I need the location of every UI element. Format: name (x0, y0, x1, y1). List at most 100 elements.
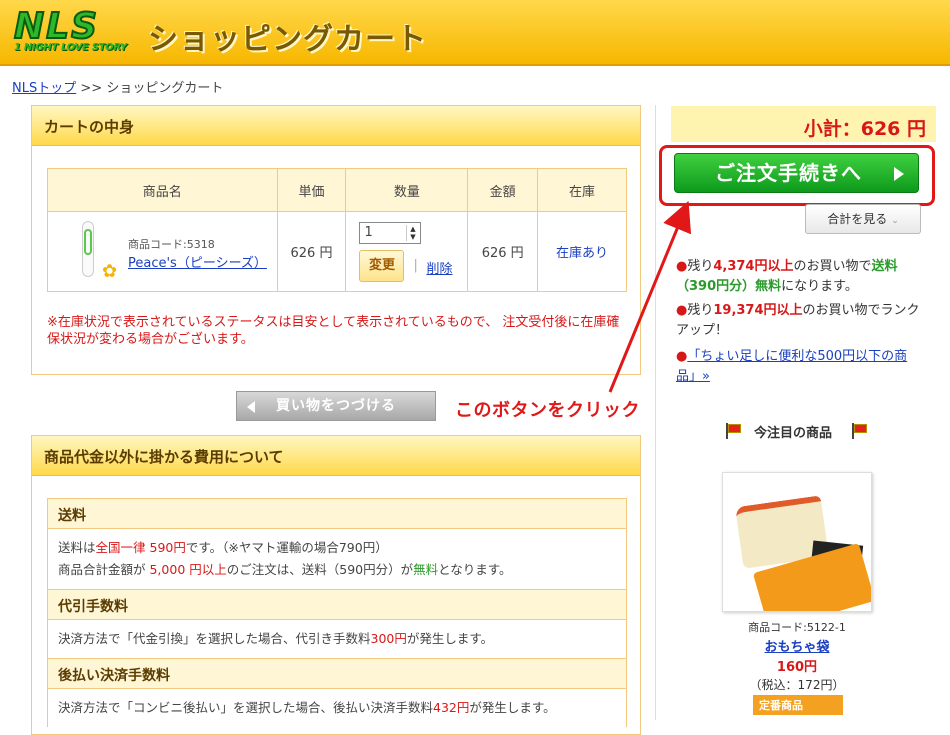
quantity-cell: 1 ▲ ▼ 変更 | 削除 (345, 211, 469, 292)
cheap-items-link[interactable]: 「ちょい足しに便利な500円以下の商品」» (676, 349, 907, 384)
flag-icon (852, 423, 868, 439)
breadcrumb-current: ショッピングカート (106, 81, 224, 96)
col-product-name: 商品名 (47, 168, 278, 212)
text-segment: になります。 (781, 279, 858, 294)
product-code: 商品コード:5318 (128, 238, 215, 251)
fee-shipping: 送料 送料は全国一律 590円です。（※ヤマト運輸の場合790円） 商品合計金額… (47, 498, 627, 589)
subtotal: 小計：626 円 (671, 106, 936, 142)
text-segment: 残り (687, 259, 714, 274)
text-segment: 送料は (58, 540, 96, 555)
action-separator: | (413, 258, 418, 273)
cart-panel: カートの中身 商品名 単価 数量 金額 在庫 ✿ 商品コード:5318 Peac… (31, 105, 641, 375)
fee-deferred: 後払い決済手数料 決済方法で「コンビニ後払い」を選択した場合、後払い決済手数料4… (47, 658, 627, 727)
text-segment: となります。 (438, 562, 512, 577)
unit-price: 626 円 (276, 211, 347, 292)
col-unit-price: 単価 (276, 168, 347, 212)
breadcrumb-separator: >> (80, 81, 103, 96)
item-amount: 626 円 (467, 211, 539, 292)
product-thumbnail[interactable]: ✿ (76, 221, 117, 282)
view-total-button[interactable]: 合計を見る ⌄ (805, 204, 921, 234)
thumbnail-loop (84, 229, 92, 255)
table-row: ✿ 商品コード:5318 Peace's（ピーシーズ） 626 円 1 ▲ ▼ 変… (47, 211, 627, 292)
play-arrow-icon (894, 167, 904, 181)
stock-status: 在庫あり (556, 246, 609, 261)
fee-deferred-body: 決済方法で「コンビニ後払い」を選択した場合、後払い決済手数料432円が発生します… (48, 689, 626, 727)
change-quantity-button[interactable]: 変更 (359, 250, 405, 282)
text-segment: 決済方法で「コンビニ後払い」を選択した場合、後払い決済手数料 (58, 700, 434, 715)
stock-cell: 在庫あり (537, 211, 627, 292)
checkout-button[interactable]: ご注文手続きへ (674, 153, 919, 193)
bullet-icon: ● (676, 349, 688, 364)
text-segment: 残り (687, 303, 714, 318)
flower-icon: ✿ (102, 261, 118, 282)
fee-deferred-title: 後払い決済手数料 (48, 659, 626, 689)
fee-shipping-line2: 商品合計金額が 5,000 円以上のご注文は、送料（590円分）が無料となります… (58, 559, 616, 581)
site-header: NLS 1 NIGHT LOVE STORY ショッピングカート (0, 0, 950, 66)
quantity-value: 1 (364, 225, 373, 240)
bullet-icon: ● (676, 303, 688, 318)
featured-tax-price: （税込：172円） (749, 678, 845, 692)
sidebar: 小計：626 円 ご注文手続きへ 合計を見る ⌄ ●残り4,374円以上のお買い物… (655, 105, 950, 720)
logo-tagline: 1 NIGHT LOVE STORY (14, 42, 127, 53)
fee-cod-body: 決済方法で「代金引換」を選択した場合、代引き手数料300円が発生します。 (48, 620, 626, 658)
text-highlight: 432円 (433, 700, 470, 715)
fees-title: 商品代金以外に掛かる費用について (32, 436, 640, 476)
text-segment: 決済方法で「代金引換」を選択した場合、代引き手数料 (58, 631, 371, 646)
cart-title: カートの中身 (32, 106, 640, 146)
featured-code: 商品コード:5122-1 (748, 621, 846, 634)
stock-notice: ※在庫状況で表示されているステータスは目安として表示されているもので、 注文受付… (47, 315, 620, 347)
text-highlight: 無料 (413, 562, 439, 577)
col-stock: 在庫 (537, 168, 627, 212)
featured-price: 160円 (776, 660, 818, 675)
chevron-down-icon: ⌄ (891, 216, 899, 226)
fee-shipping-line1: 送料は全国一律 590円です。（※ヤマト運輸の場合790円） (58, 537, 616, 559)
featured-badge: 定番商品 (753, 695, 843, 715)
promo-rank-up: ●残り19,374円以上のお買い物でランクアップ！ (676, 301, 926, 341)
text-highlight: 300円 (370, 631, 407, 646)
site-logo[interactable]: NLS 1 NIGHT LOVE STORY (12, 5, 140, 58)
text-highlight: 4,374円以上 (713, 259, 794, 274)
text-highlight: 19,374円以上 (713, 303, 803, 318)
product-name-link[interactable]: Peace's（ピーシーズ） (128, 252, 267, 271)
text-segment: 商品合計金額が (58, 562, 150, 577)
bullet-icon: ● (676, 259, 688, 274)
cart-header-row: 商品名 単価 数量 金額 在庫 (47, 168, 627, 212)
main-content: カートの中身 商品名 単価 数量 金額 在庫 ✿ 商品コード:5318 Peac… (31, 105, 641, 735)
featured-product-image[interactable] (722, 472, 872, 612)
fee-cod: 代引手数料 決済方法で「代金引換」を選択した場合、代引き手数料300円が発生しま… (47, 589, 627, 658)
text-segment: が発生します。 (469, 700, 556, 715)
promo-cheap-items: ●「ちょい足しに便利な500円以下の商品」» (676, 347, 926, 387)
col-amount: 金額 (467, 168, 539, 212)
featured-name-link[interactable]: おもちゃ袋 (764, 640, 829, 655)
featured-name: おもちゃ袋 (722, 636, 872, 655)
text-segment: のご注文は、送料（590円分）が (226, 562, 414, 577)
quantity-stepper[interactable]: 1 ▲ ▼ (359, 222, 422, 244)
continue-shopping-label: 買い物をつづける (276, 398, 396, 414)
col-quantity: 数量 (345, 168, 469, 212)
annotation-label: このボタンをクリック (455, 400, 640, 421)
page-title: ショッピングカート (148, 22, 427, 57)
fee-shipping-title: 送料 (48, 499, 626, 529)
attention-title: 今注目の商品 (754, 426, 833, 441)
text-segment: が発生します。 (406, 631, 494, 646)
text-segment: です。（※ヤマト運輸の場合790円） (185, 540, 388, 555)
fees-panel: 商品代金以外に掛かる費用について 送料 送料は全国一律 590円です。（※ヤマト… (31, 435, 641, 735)
promo-free-shipping: ●残り4,374円以上のお買い物で送料（390円分）無料になります。 (676, 257, 926, 297)
breadcrumb-home-link[interactable]: NLSトップ (12, 81, 76, 96)
continue-shopping-button[interactable]: 買い物をつづける (236, 391, 436, 421)
product-cell: ✿ 商品コード:5318 Peace's（ピーシーズ） (47, 211, 278, 292)
cart-table: 商品名 単価 数量 金額 在庫 ✿ 商品コード:5318 Peace's（ピーシ… (47, 168, 627, 292)
text-highlight: 5,000 円以上 (149, 562, 227, 577)
breadcrumb: NLSトップ >> ショッピングカート (12, 77, 223, 96)
logo-mark: NLS (13, 5, 99, 48)
fee-shipping-body: 送料は全国一律 590円です。（※ヤマト運輸の場合790円） 商品合計金額が 5… (48, 529, 626, 589)
delete-item-link[interactable]: 削除 (426, 258, 452, 277)
view-total-label: 合計を見る (827, 212, 888, 226)
text-highlight: 全国一律 590円 (95, 540, 186, 555)
fee-cod-title: 代引手数料 (48, 590, 626, 620)
back-arrow-icon (247, 401, 255, 413)
fees-list: 送料 送料は全国一律 590円です。（※ヤマト運輸の場合790円） 商品合計金額… (47, 498, 627, 727)
text-segment: のお買い物で (793, 259, 872, 274)
spinner-icon[interactable]: ▲ ▼ (406, 225, 418, 241)
checkout-label: ご注文手続きへ (715, 161, 862, 185)
